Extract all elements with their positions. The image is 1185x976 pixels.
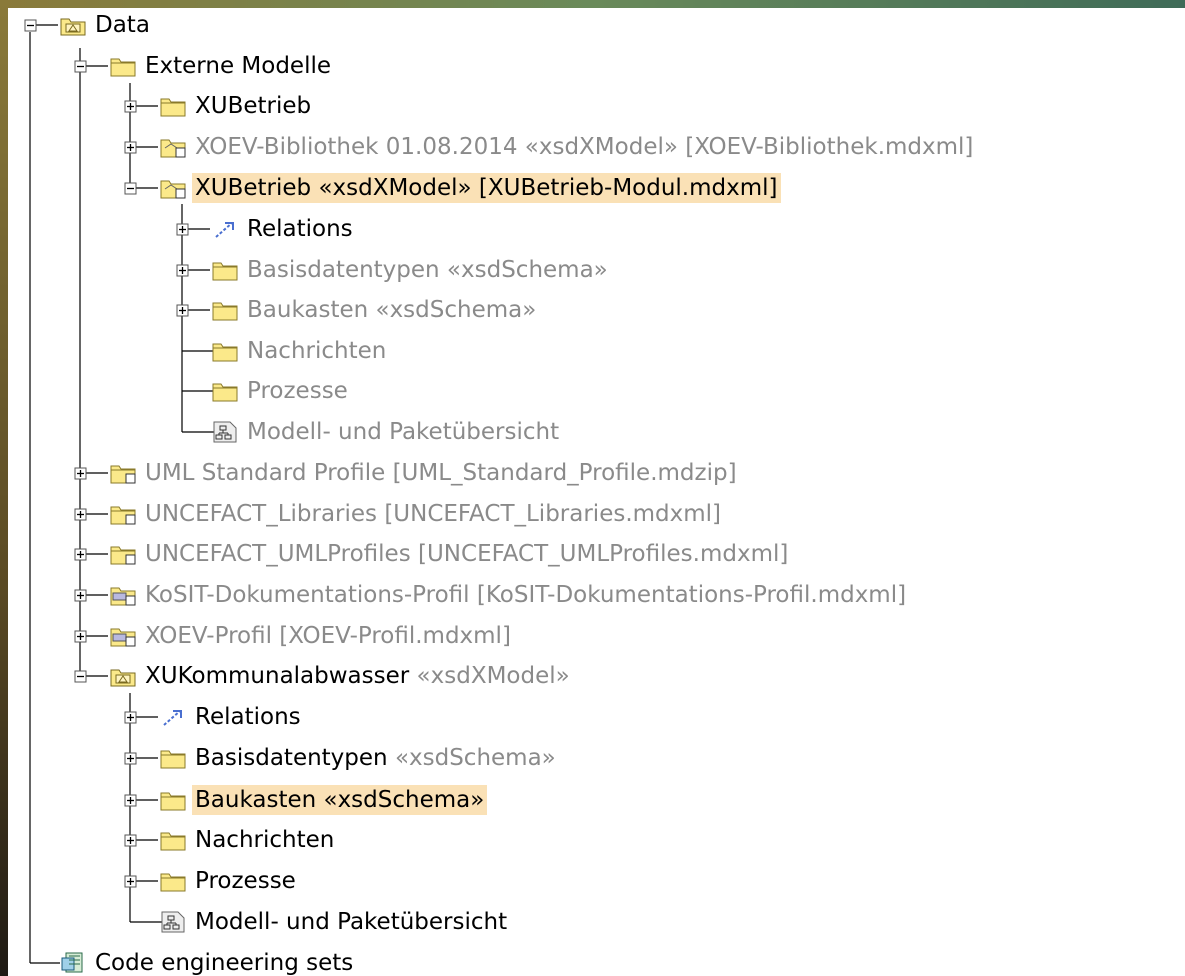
shared-model-icon [160,177,186,199]
tree-node-label: Basisdatentypen [195,745,388,771]
tree-node-uml-standard-profile[interactable]: UML Standard Profile [UML_Standard_Profi… [110,456,740,490]
tree-node-label: XUKommunalabwasser [145,663,410,689]
model-package-icon [110,665,136,687]
shared-folder-icon [110,543,136,565]
tree-node-label: Baukasten «xsdSchema» [247,297,537,323]
tree-node-label: Data [95,12,150,38]
shared-folder-icon [110,462,136,484]
tree-node-modell-uebersicht[interactable]: Modell- und Paketübersicht [160,905,510,939]
tree-node-prozesse[interactable]: Prozesse [212,374,351,408]
tree-node-kosit-profil[interactable]: KoSIT-Dokumentations-Profil [KoSIT-Dokum… [110,578,909,612]
tree-node-xubetrieb-model[interactable]: XUBetrieb «xsdXModel» [XUBetrieb-Modul.m… [160,171,781,205]
folder-icon [110,55,136,77]
folder-icon [212,299,238,321]
profile-icon [110,584,136,606]
folder-icon [212,380,238,402]
tree-node-basisdatentypen[interactable]: Basisdatentypen «xsdSchema» [212,253,611,287]
tree-node-data[interactable]: Data [60,8,153,42]
tree-node-nachrichten[interactable]: Nachrichten [160,823,337,857]
folder-icon [160,95,186,117]
tree-node-label: UNCEFACT_Libraries [UNCEFACT_Libraries.m… [145,501,722,527]
tree-node-label: KoSIT-Dokumentations-Profil [KoSIT-Dokum… [145,582,907,608]
tree-node-label: Relations [195,704,301,730]
shared-model-icon [160,136,186,158]
tree-node-uncefact-umlprofiles[interactable]: UNCEFACT_UMLProfiles [UNCEFACT_UMLProfil… [110,537,791,571]
tree-node-label: Prozesse [195,868,296,894]
profile-icon [110,625,136,647]
tree-node-relations[interactable]: Relations [212,212,356,246]
tree-node-xoev-profil[interactable]: XOEV-Profil [XOEV-Profil.mdxml] [110,619,514,653]
tree-node-externe-modelle[interactable]: Externe Modelle [110,49,334,83]
tree-node-label: UML Standard Profile [UML_Standard_Profi… [145,460,737,486]
diagram-icon [160,911,186,933]
tree-node-label: Externe Modelle [145,53,331,79]
folder-icon [212,340,238,362]
tree-node-basisdatentypen[interactable]: Basisdatentypen «xsdSchema» [160,741,559,775]
tree-node-relations[interactable]: Relations [160,700,304,734]
tree-node-baukasten[interactable]: Baukasten «xsdSchema» [160,783,488,817]
model-package-icon [60,14,86,36]
tree-node-label: Prozesse [247,378,348,404]
tree-node-baukasten[interactable]: Baukasten «xsdSchema» [212,293,539,327]
tree-node-label: XOEV-Profil [XOEV-Profil.mdxml] [145,623,511,649]
tree-node-code-engineering-sets[interactable]: Code engineering sets [60,946,356,976]
tree-node-label: Nachrichten [195,827,335,853]
folder-icon [212,259,238,281]
tree-node-label: Basisdatentypen «xsdSchema» [247,257,608,283]
folder-icon [160,870,186,892]
diagram-icon [212,421,238,443]
tree-node-label: XOEV-Bibliothek 01.08.2014 «xsdXModel» [… [195,134,974,160]
tree-node-xoev-bibliothek[interactable]: XOEV-Bibliothek 01.08.2014 «xsdXModel» [… [160,130,976,164]
shared-folder-icon [110,503,136,525]
tree-node-label: XUBetrieb [195,93,312,119]
stereotype-label: «xsdSchema» [394,745,556,771]
relations-icon [160,706,186,728]
folder-icon [160,747,186,769]
tree-node-xubetrieb[interactable]: XUBetrieb [160,89,314,123]
tree-node-label: UNCEFACT_UMLProfiles [UNCEFACT_UMLProfil… [145,541,789,567]
folder-icon [160,789,186,811]
tree-node-label: Nachrichten [247,338,387,364]
relations-icon [212,218,238,240]
code-engineering-icon [60,952,86,974]
tree-node-label: Baukasten «xsdSchema» [192,785,488,815]
tree-node-nachrichten[interactable]: Nachrichten [212,334,389,368]
tree-node-prozesse[interactable]: Prozesse [160,864,299,898]
tree-node-label: Modell- und Paketübersicht [195,909,508,935]
containment-tree-panel: Data Externe Modelle XUBetrieb XOEV-Bibl… [8,8,1185,976]
folder-icon [160,829,186,851]
tree-node-label: Code engineering sets [95,950,354,976]
tree-node-label: Modell- und Paketübersicht [247,419,560,445]
stereotype-label: «xsdXModel» [416,663,570,689]
tree-node-xukommunalabwasser[interactable]: XUKommunalabwasser «xsdXModel» [110,659,573,693]
window-background-top [0,0,1185,8]
tree-node-label: Relations [247,216,353,242]
window-background-left [0,0,8,976]
tree-node-uncefact-libraries[interactable]: UNCEFACT_Libraries [UNCEFACT_Libraries.m… [110,497,724,531]
tree-node-label: XUBetrieb «xsdXModel» [XUBetrieb-Modul.m… [192,173,781,203]
tree-node-modell-uebersicht[interactable]: Modell- und Paketübersicht [212,415,562,449]
